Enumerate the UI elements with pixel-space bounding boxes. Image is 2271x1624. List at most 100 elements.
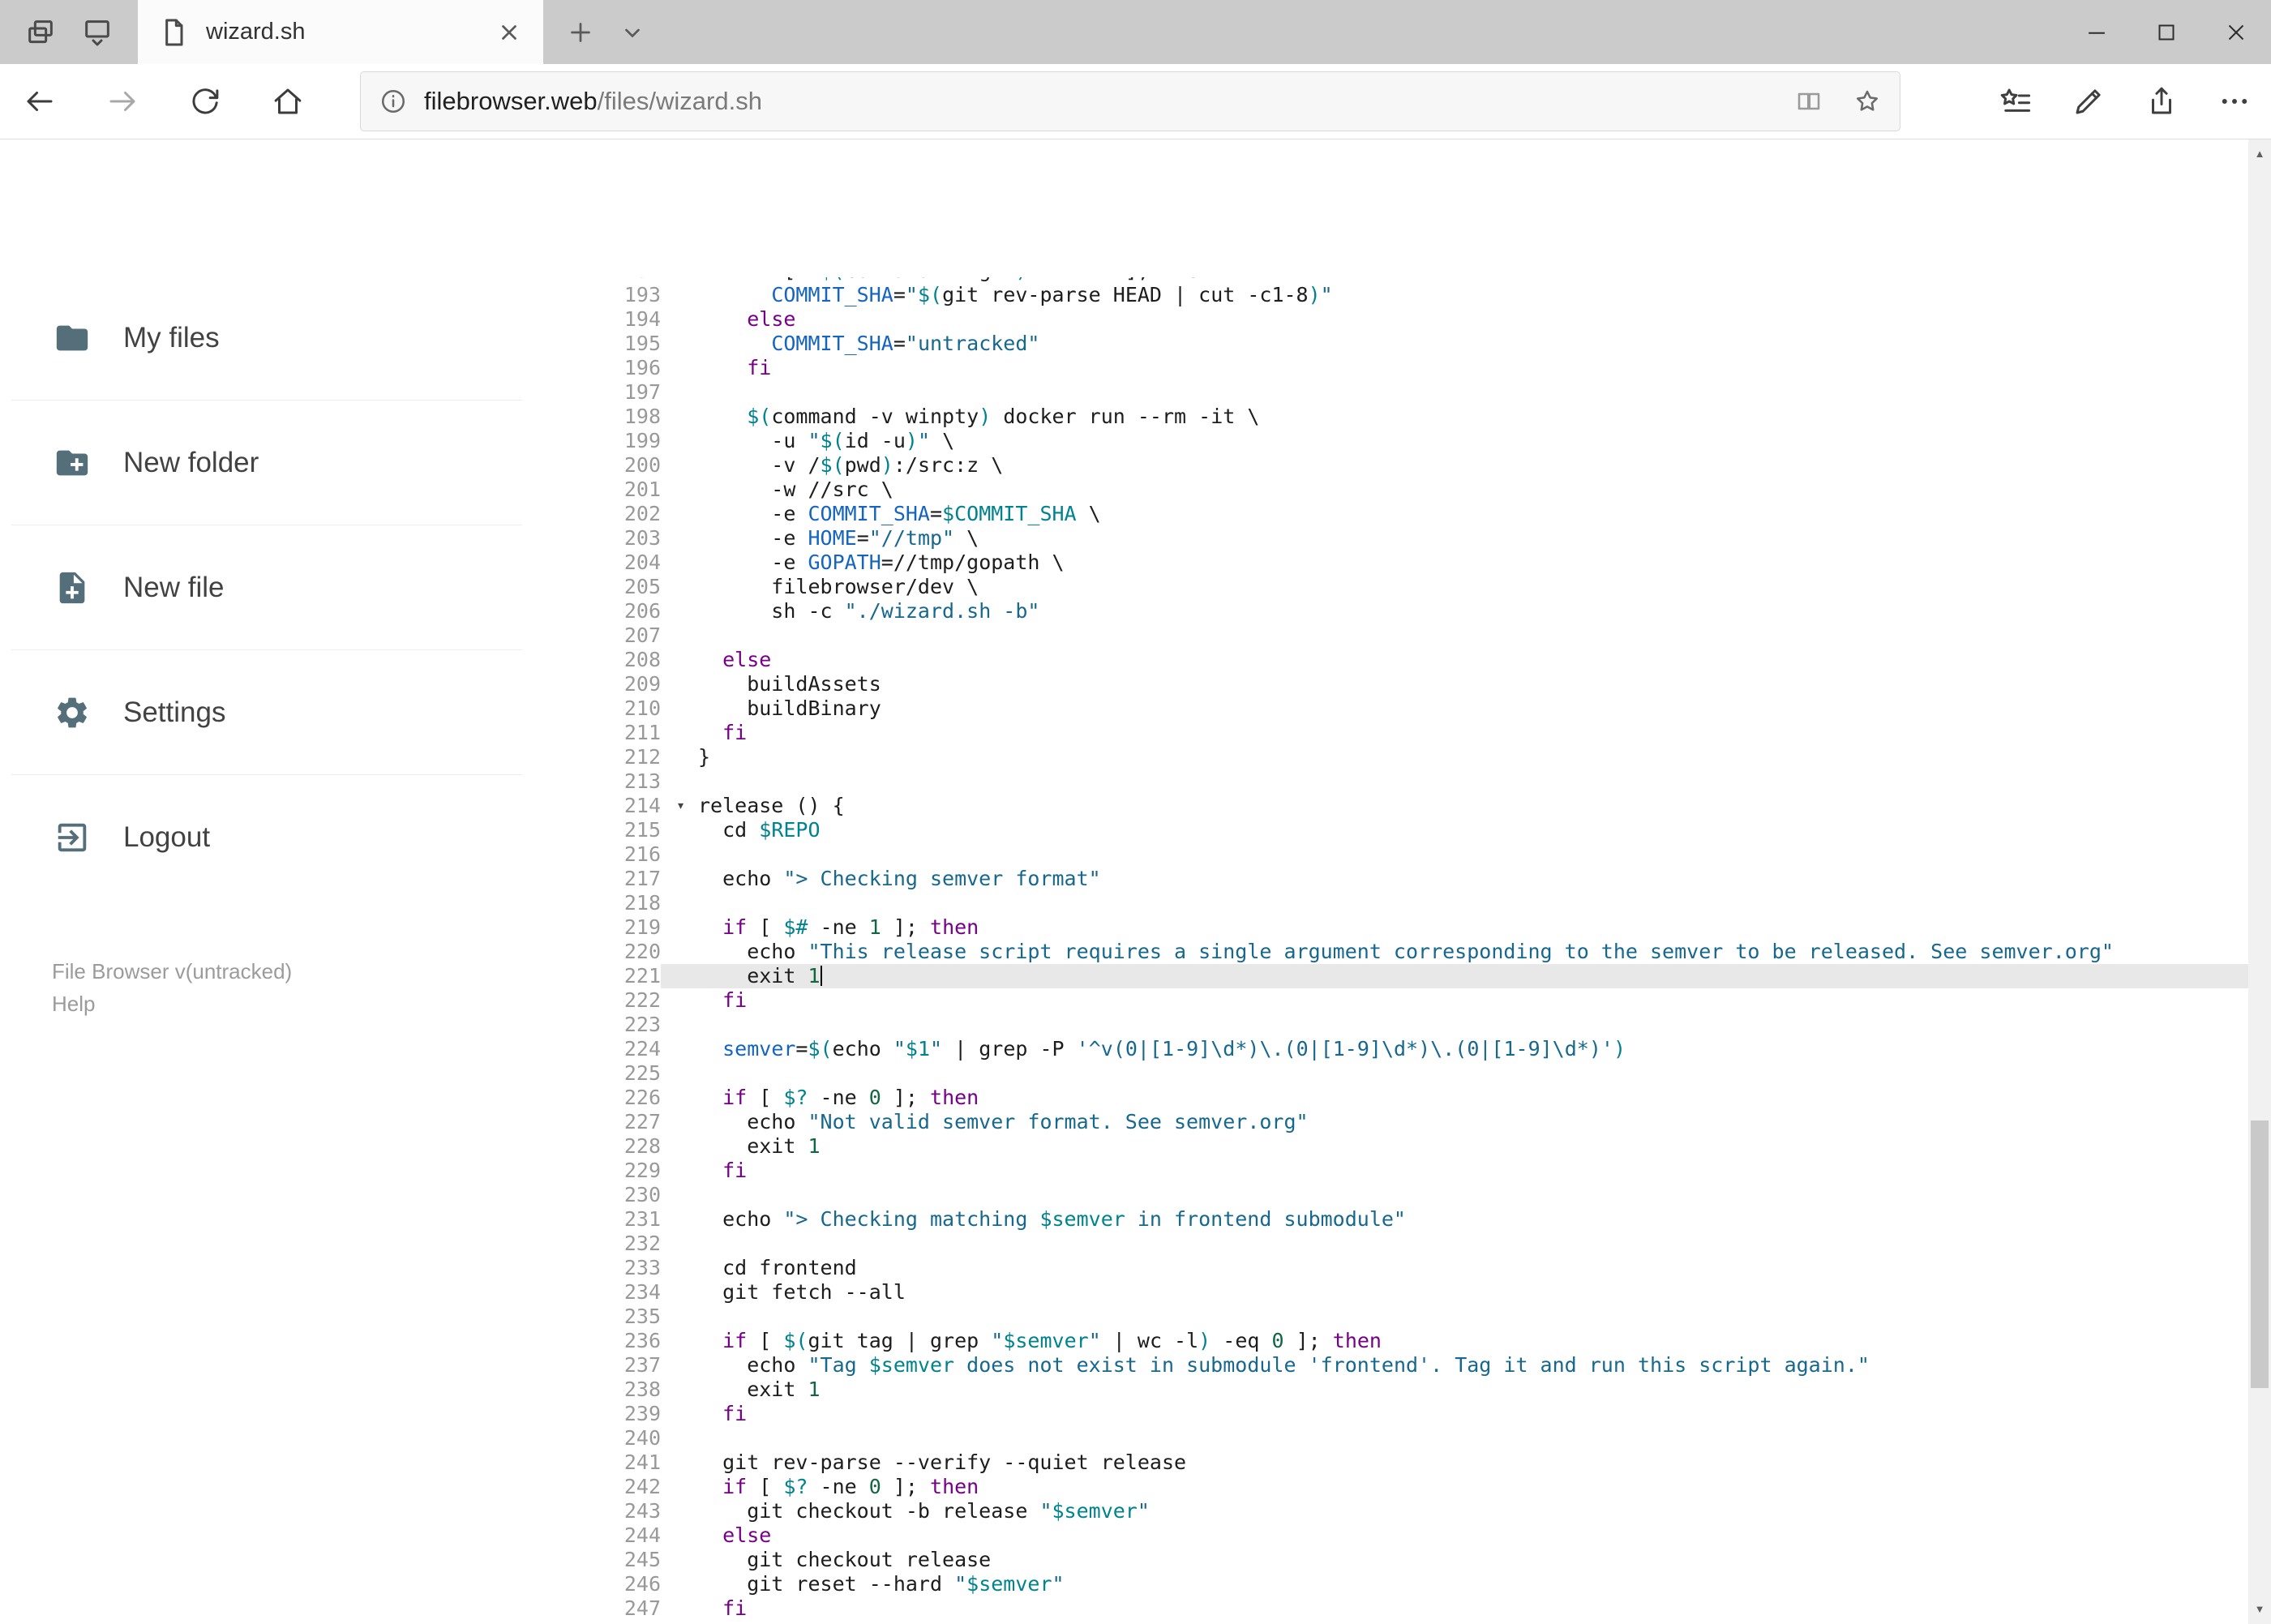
code-line[interactable]: 245 git checkout release	[584, 1548, 2248, 1572]
code-line-text[interactable]	[661, 842, 2248, 867]
code-line-text[interactable]: fi	[661, 1596, 2248, 1621]
home-button[interactable]	[261, 75, 315, 128]
code-line[interactable]: 213	[584, 769, 2248, 794]
chevron-down-icon[interactable]	[618, 18, 647, 47]
code-line-text[interactable]	[661, 1013, 2248, 1037]
code-line-text[interactable]: exit 1	[661, 1134, 2248, 1159]
code-line[interactable]: 224 semver=$(echo "$1" | grep -P '^v(0|[…	[584, 1037, 2248, 1061]
code-line-text[interactable]: exit 1	[661, 964, 2248, 988]
code-line-text[interactable]: -e COMMIT_SHA=$COMMIT_SHA \	[661, 502, 2248, 526]
sidebar-item-logout[interactable]: Logout	[0, 775, 584, 900]
back-button[interactable]	[13, 75, 66, 128]
code-line-text[interactable]: if [ $# -ne 1 ]; then	[661, 915, 2248, 940]
code-line-text[interactable]: if [ $(git tag | grep "$semver" | wc -l)…	[661, 1329, 2248, 1353]
code-line-text[interactable]: -u "$(id -u)" \	[661, 429, 2248, 453]
tabs-aside-icon[interactable]	[24, 16, 57, 49]
code-line[interactable]: 239 fi	[584, 1402, 2248, 1426]
new-tab-button[interactable]	[566, 18, 595, 47]
code-line[interactable]: 228 exit 1	[584, 1134, 2248, 1159]
code-line-text[interactable]	[661, 1305, 2248, 1329]
refresh-button[interactable]	[178, 75, 232, 128]
code-line-text[interactable]: fi	[661, 356, 2248, 380]
code-line-text[interactable]: else	[661, 648, 2248, 672]
sidebar-item-new-file[interactable]: New file	[0, 525, 584, 650]
code-line-text[interactable]: if [ "$(command -v git)" != "" ]; then	[661, 277, 2248, 283]
code-line[interactable]: 208 else	[584, 648, 2248, 672]
code-line-text[interactable]: fi	[661, 721, 2248, 745]
code-line[interactable]: 217 echo "> Checking semver format"	[584, 867, 2248, 891]
code-line-text[interactable]: echo "Tag $semver does not exist in subm…	[661, 1353, 2248, 1378]
code-line-text[interactable]: else	[661, 307, 2248, 332]
help-link[interactable]: Help	[52, 988, 292, 1020]
code-line-text[interactable]: git checkout release	[661, 1548, 2248, 1572]
code-line-text[interactable]: -e HOME="//tmp" \	[661, 526, 2248, 551]
code-line-text[interactable]: release () {	[661, 794, 2248, 818]
code-line[interactable]: 226 if [ $? -ne 0 ]; then	[584, 1086, 2248, 1110]
code-line-text[interactable]: COMMIT_SHA="$(git rev-parse HEAD | cut -…	[661, 283, 2248, 307]
share-icon[interactable]	[2145, 84, 2179, 118]
code-line-text[interactable]: -v /$(pwd):/src:z \	[661, 453, 2248, 478]
code-line[interactable]: 221 exit 1	[584, 964, 2248, 988]
code-line[interactable]: 207	[584, 623, 2248, 648]
scroll-up-arrow-icon[interactable]: ▲	[2248, 139, 2271, 169]
code-line[interactable]: 196 fi	[584, 356, 2248, 380]
code-line[interactable]: 233 cd frontend	[584, 1256, 2248, 1280]
tab-close-icon[interactable]	[495, 18, 524, 47]
code-line-text[interactable]: -w //src \	[661, 478, 2248, 502]
code-line-text[interactable]: fi	[661, 988, 2248, 1013]
code-line[interactable]: 229 fi	[584, 1159, 2248, 1183]
code-line[interactable]: 195 COMMIT_SHA="untracked"	[584, 332, 2248, 356]
code-line-text[interactable]	[661, 1183, 2248, 1207]
code-line-text[interactable]: cd $REPO	[661, 818, 2248, 842]
forward-button[interactable]	[96, 75, 149, 128]
sidebar-item-my-files[interactable]: My files	[0, 276, 584, 401]
code-line[interactable]: 244 else	[584, 1523, 2248, 1548]
code-line[interactable]: 232	[584, 1232, 2248, 1256]
code-line-text[interactable]: -e GOPATH=//tmp/gopath \	[661, 551, 2248, 575]
code-line-text[interactable]: else	[661, 1523, 2248, 1548]
code-line[interactable]: 194 else	[584, 307, 2248, 332]
code-line[interactable]: 198 $(command -v winpty) docker run --rm…	[584, 405, 2248, 429]
code-line-text[interactable]: echo "This release script requires a sin…	[661, 940, 2248, 964]
code-line-text[interactable]: if [ $? -ne 0 ]; then	[661, 1475, 2248, 1499]
code-line-text[interactable]: buildAssets	[661, 672, 2248, 696]
more-menu-icon[interactable]	[2217, 84, 2252, 118]
code-line[interactable]: 225	[584, 1061, 2248, 1086]
code-line[interactable]: 241 git rev-parse --verify --quiet relea…	[584, 1450, 2248, 1475]
code-line[interactable]: 230	[584, 1183, 2248, 1207]
code-line[interactable]: 211 fi	[584, 721, 2248, 745]
tab-preview-icon[interactable]	[81, 16, 114, 49]
code-line-text[interactable]: fi	[661, 1402, 2248, 1426]
site-info-icon[interactable]	[379, 87, 408, 116]
minimize-button[interactable]	[2062, 0, 2132, 64]
scrollbar-thumb[interactable]	[2251, 1121, 2269, 1388]
code-line-text[interactable]	[661, 891, 2248, 915]
code-line[interactable]: 240	[584, 1426, 2248, 1450]
code-line[interactable]: 204 -e GOPATH=//tmp/gopath \	[584, 551, 2248, 575]
code-line-text[interactable]: git fetch --all	[661, 1280, 2248, 1305]
code-line[interactable]: 235	[584, 1305, 2248, 1329]
code-line-text[interactable]: $(command -v winpty) docker run --rm -it…	[661, 405, 2248, 429]
vertical-scrollbar[interactable]: ▲ ▼	[2248, 139, 2271, 1624]
maximize-button[interactable]	[2132, 0, 2201, 64]
code-line[interactable]: 246 git reset --hard "$semver"	[584, 1572, 2248, 1596]
code-line[interactable]: 236 if [ $(git tag | grep "$semver" | wc…	[584, 1329, 2248, 1353]
code-line[interactable]: 220 echo "This release script requires a…	[584, 940, 2248, 964]
code-line[interactable]: 223	[584, 1013, 2248, 1037]
code-line[interactable]: 210 buildBinary	[584, 696, 2248, 721]
code-line-text[interactable]	[661, 1426, 2248, 1450]
favorite-star-icon[interactable]	[1853, 87, 1882, 116]
code-line-text[interactable]: semver=$(echo "$1" | grep -P '^v(0|[1-9]…	[661, 1037, 2248, 1061]
sidebar-item-settings[interactable]: Settings	[0, 650, 584, 775]
code-line[interactable]: 209 buildAssets	[584, 672, 2248, 696]
code-line-text[interactable]: if [ $? -ne 0 ]; then	[661, 1086, 2248, 1110]
code-line-text[interactable]: git rev-parse --verify --quiet release	[661, 1450, 2248, 1475]
code-line-text[interactable]: }	[661, 745, 2248, 769]
fold-arrow-icon[interactable]: ▾	[676, 794, 685, 818]
code-line[interactable]: 218	[584, 891, 2248, 915]
code-line[interactable]: 199 -u "$(id -u)" \	[584, 429, 2248, 453]
code-line[interactable]: 200 -v /$(pwd):/src:z \	[584, 453, 2248, 478]
code-line[interactable]: 205 filebrowser/dev \	[584, 575, 2248, 599]
code-line[interactable]: 203 -e HOME="//tmp" \	[584, 526, 2248, 551]
hub-favorites-icon[interactable]	[1999, 84, 2033, 118]
